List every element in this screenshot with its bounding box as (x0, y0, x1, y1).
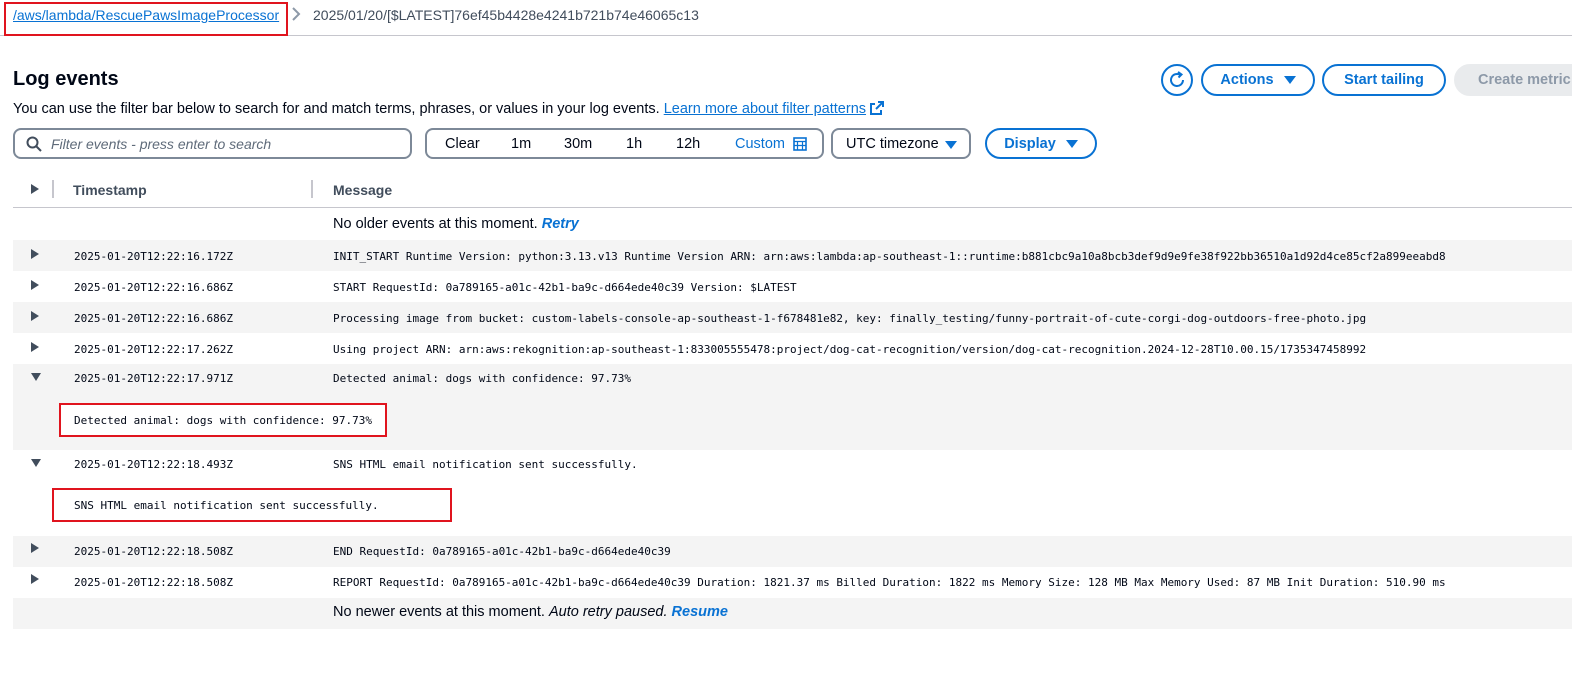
expand-all-icon[interactable] (30, 183, 40, 195)
caret-down-icon (1065, 139, 1078, 148)
older-events-notice: No older events at this moment. Retry (333, 216, 579, 232)
breadcrumb: /aws/lambda/RescuePawsImageProcessor 202… (0, 0, 1572, 36)
expand-row-icon[interactable] (30, 279, 40, 291)
row-message: INIT_START Runtime Version: python:3.13.… (333, 250, 1446, 263)
create-metric-button[interactable]: Create metric (1454, 64, 1572, 96)
row-timestamp: 2025-01-20T12:22:16.686Z (74, 281, 233, 294)
timezone-value: UTC timezone (846, 136, 939, 152)
table-row-expanded[interactable]: 2025-01-20T12:22:17.971Z Detected animal… (13, 364, 1572, 450)
caret-down-icon (1283, 76, 1296, 84)
row-timestamp: 2025-01-20T12:22:16.686Z (74, 312, 233, 325)
column-header-timestamp[interactable]: Timestamp (73, 182, 147, 198)
auto-retry-text: Auto retry paused. (549, 604, 668, 620)
row-message: REPORT RequestId: 0a789165-a01c-42b1-ba9… (333, 576, 1446, 589)
row-detail-text: Detected animal: dogs with confidence: 9… (74, 414, 373, 427)
table-row-notice-top: No older events at this moment. Retry (13, 209, 1572, 240)
row-message: Detected animal: dogs with confidence: 9… (333, 372, 632, 385)
timezone-select[interactable]: UTC timezone (831, 128, 971, 159)
row-timestamp: 2025-01-20T12:22:17.262Z (74, 343, 233, 356)
start-tailing-label: Start tailing (1344, 72, 1424, 88)
display-button[interactable]: Display (985, 128, 1097, 159)
row-message: END RequestId: 0a789165-a01c-42b1-ba9c-d… (333, 545, 671, 558)
row-detail-text: SNS HTML email notification sent success… (74, 499, 379, 512)
column-divider (52, 180, 54, 198)
row-message: SNS HTML email notification sent success… (333, 458, 638, 471)
table-row[interactable]: 2025-01-20T12:22:16.686Z Processing imag… (13, 302, 1572, 333)
range-12h[interactable]: 12h (676, 136, 700, 152)
row-message: START RequestId: 0a789165-a01c-42b1-ba9c… (333, 281, 797, 294)
row-timestamp: 2025-01-20T12:22:18.493Z (74, 458, 233, 471)
row-timestamp: 2025-01-20T12:22:18.508Z (74, 545, 233, 558)
table-row[interactable]: 2025-01-20T12:22:18.508Z END RequestId: … (13, 536, 1572, 567)
calendar-icon[interactable] (793, 137, 807, 151)
table-header: Timestamp Message (13, 174, 1572, 208)
retry-link[interactable]: Retry (542, 216, 579, 232)
external-link-icon[interactable] (870, 101, 885, 115)
newer-events-notice: No newer events at this moment. Auto ret… (333, 604, 728, 620)
start-tailing-button[interactable]: Start tailing (1322, 64, 1446, 96)
create-metric-label: Create metric (1478, 72, 1571, 88)
table-row[interactable]: 2025-01-20T12:22:16.686Z START RequestId… (13, 271, 1572, 302)
resume-link[interactable]: Resume (672, 604, 728, 620)
row-message: Using project ARN: arn:aws:rekognition:a… (333, 343, 1367, 356)
display-label: Display (1004, 135, 1056, 152)
older-events-text: No older events at this moment. (333, 216, 538, 232)
actions-button[interactable]: Actions (1201, 64, 1315, 96)
table-row[interactable]: 2025-01-20T12:22:17.262Z Using project A… (13, 333, 1572, 364)
range-1h[interactable]: 1h (626, 136, 642, 152)
row-timestamp: 2025-01-20T12:22:16.172Z (74, 250, 233, 263)
newer-events-text: No newer events at this moment. (333, 604, 545, 620)
column-header-message[interactable]: Message (333, 182, 392, 198)
learn-more-link[interactable]: Learn more about filter patterns (664, 101, 866, 117)
caret-down-icon (945, 141, 957, 149)
refresh-button[interactable] (1161, 64, 1193, 96)
range-1m[interactable]: 1m (511, 136, 531, 152)
expand-row-icon[interactable] (30, 310, 40, 322)
range-custom[interactable]: Custom (735, 136, 785, 152)
row-detail-highlighted: SNS HTML email notification sent success… (52, 488, 452, 522)
clear-button[interactable]: Clear (445, 136, 480, 152)
collapse-row-icon[interactable] (30, 458, 42, 468)
time-range-selector: Clear 1m 30m 1h 12h Custom (425, 128, 824, 159)
row-timestamp: 2025-01-20T12:22:17.971Z (74, 372, 233, 385)
search-input[interactable]: Filter events - press enter to search (13, 128, 412, 159)
row-timestamp: 2025-01-20T12:22:18.508Z (74, 576, 233, 589)
row-message: Processing image from bucket: custom-lab… (333, 312, 1367, 325)
table-row[interactable]: 2025-01-20T12:22:18.508Z REPORT RequestI… (13, 567, 1572, 598)
refresh-icon (1170, 71, 1184, 87)
page-title: Log events (13, 68, 119, 90)
log-stream-name: 2025/01/20/[$LATEST]76ef45b4428e4241b721… (313, 7, 699, 23)
column-divider (311, 180, 313, 198)
page-description: You can use the filter bar below to sear… (13, 101, 885, 117)
table-row[interactable]: 2025-01-20T12:22:16.172Z INIT_START Runt… (13, 240, 1572, 271)
search-icon (26, 136, 42, 152)
chevron-right-icon (292, 7, 301, 21)
expand-row-icon[interactable] (30, 573, 40, 585)
search-placeholder: Filter events - press enter to search (51, 136, 272, 152)
description-text: You can use the filter bar below to sear… (13, 101, 660, 117)
actions-label: Actions (1220, 72, 1274, 88)
collapse-row-icon[interactable] (30, 372, 42, 382)
table-row-notice-bottom: No newer events at this moment. Auto ret… (13, 598, 1572, 629)
row-detail-highlighted: Detected animal: dogs with confidence: 9… (59, 403, 387, 437)
range-30m[interactable]: 30m (564, 136, 592, 152)
table-row-expanded[interactable]: 2025-01-20T12:22:18.493Z SNS HTML email … (13, 450, 1572, 536)
expand-row-icon[interactable] (30, 248, 40, 260)
expand-row-icon[interactable] (30, 542, 40, 554)
log-group-link[interactable]: /aws/lambda/RescuePawsImageProcessor (13, 7, 279, 23)
expand-row-icon[interactable] (30, 341, 40, 353)
